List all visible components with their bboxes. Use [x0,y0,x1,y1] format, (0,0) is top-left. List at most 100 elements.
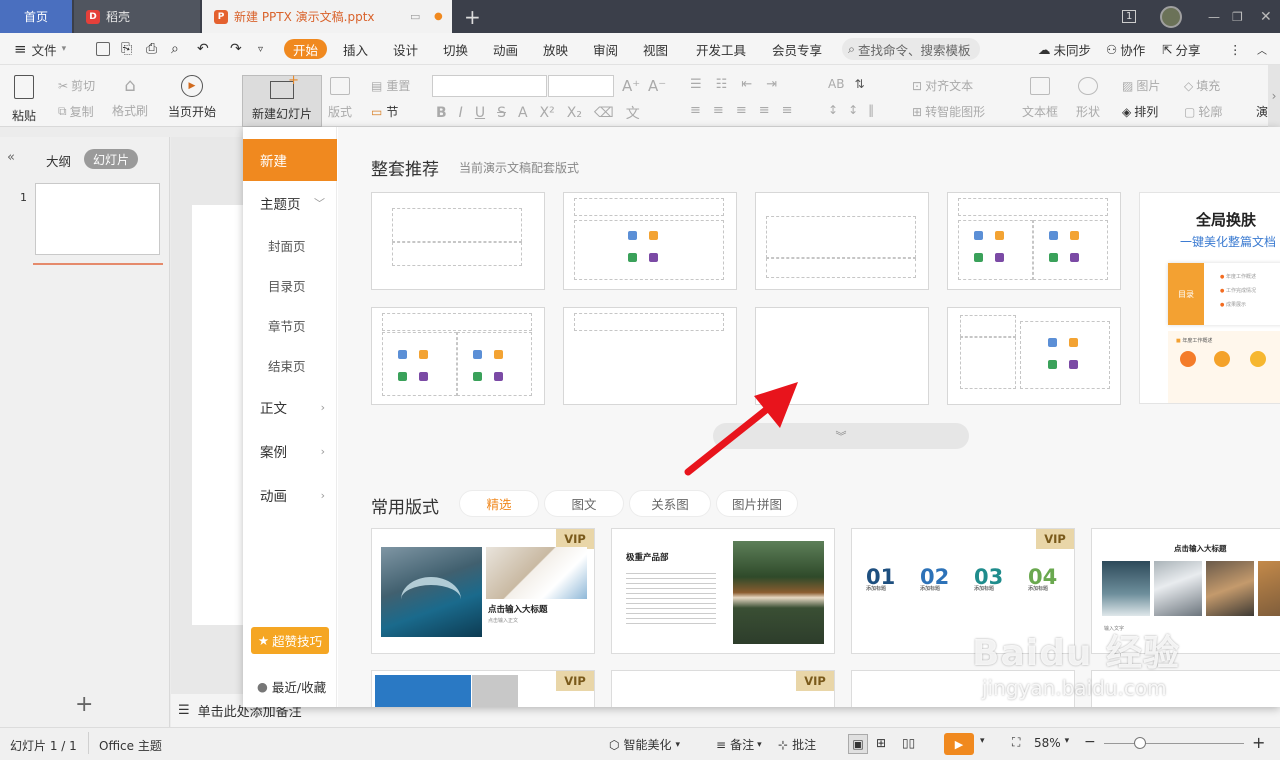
format-painter-button[interactable]: ⌂ 格式刷 [112,75,148,119]
avatar[interactable] [1160,0,1182,33]
ribbon-scroll-right-icon[interactable]: › [1268,65,1280,127]
monitor-icon[interactable]: ▭ [410,10,420,23]
increase-font-icon[interactable]: A⁺ [622,77,640,95]
subscript-icon[interactable]: X₂ [567,105,582,121]
tab-document[interactable]: P 新建 PPTX 演示文稿.pptx ▭ ● [202,0,452,33]
nav-theme[interactable]: 主题页 ﹀ [243,183,337,223]
zoom-slider[interactable] [1104,743,1244,744]
menu-tab-insert[interactable]: 插入 [343,33,368,65]
outdent-icon[interactable]: ⇤ [741,77,752,92]
italic-icon[interactable]: I [459,105,463,121]
add-slide-icon[interactable]: + [75,692,93,717]
share-button[interactable]: ⇱ 分享 [1162,33,1201,65]
layout-two-content[interactable] [947,192,1121,290]
close-icon[interactable]: ✕ [1260,0,1272,33]
slideshow-options-icon[interactable]: ▾ [980,736,985,746]
filter-relationship[interactable]: 关系图 [629,490,711,517]
paste-button[interactable]: 粘贴 [12,75,36,124]
picture-button[interactable]: ▨ 图片 [1122,77,1160,94]
file-menu[interactable]: ≡ 文件 ▾ [14,33,66,65]
nav-end[interactable]: 结束页 [243,345,337,385]
layout-section-header[interactable] [755,192,929,290]
slide-thumbnail[interactable] [35,183,160,255]
nav-animation[interactable]: 动画 › [243,475,337,515]
template-card-partial[interactable]: VIP [371,670,595,707]
normal-view-icon[interactable]: ▣ [848,734,868,754]
font-family-select[interactable] [432,75,547,97]
minimize-icon[interactable]: — [1208,0,1220,33]
notes-toggle[interactable]: ≡ 备注 ▾ [716,736,762,753]
template-card[interactable]: 极重产品部 [611,528,835,654]
bullet-list-icon[interactable]: ☰ [690,77,702,92]
menu-tab-developer[interactable]: 开发工具 [696,33,746,65]
strikethrough-icon[interactable]: S [497,105,506,121]
para-spacing-icon[interactable]: ↕ [848,103,858,117]
filter-photo-collage[interactable]: 图片拼图 [716,490,798,517]
reset-button[interactable]: ▤ 重置 [371,77,410,94]
section-button[interactable]: ▭ 节 [371,103,398,120]
command-search[interactable]: ⌕ 查找命令、搜索模板 [842,38,980,60]
menu-tab-start[interactable]: 开始 [284,39,328,59]
copy-button[interactable]: ⧉ 复制 [58,103,94,120]
menu-tab-view[interactable]: 视图 [643,33,668,65]
undo-icon[interactable]: ↶ [197,33,209,65]
zoom-in-icon[interactable]: + [1252,733,1265,752]
fill-button[interactable]: ◇ 填充 [1184,77,1220,94]
restore-icon[interactable]: ❐ [1232,0,1243,33]
arrange-button[interactable]: ◈ 排列 [1122,103,1158,120]
collapse-pane-icon[interactable]: « [7,150,15,165]
menu-tab-transition[interactable]: 切换 [443,33,468,65]
print-icon[interactable]: ⎙ [146,33,157,65]
nav-toc[interactable]: 目录页 [243,265,337,305]
columns-icon[interactable]: ‖ [868,103,874,117]
layout-button[interactable]: 版式 [328,77,352,120]
layout-comparison[interactable] [371,307,545,405]
sort-icon[interactable]: ⇅ [854,77,864,91]
filter-image-text[interactable]: 图文 [544,490,624,517]
grid-view-icon[interactable]: ⊞ [876,736,886,750]
zoom-slider-thumb[interactable] [1134,737,1146,749]
numbered-list-icon[interactable]: ☷ [716,77,728,92]
window-count-badge[interactable]: 1 [1122,0,1137,33]
customize-toolbar-icon[interactable]: ▿ [258,33,263,65]
nav-chapter[interactable]: 章节页 [243,305,337,345]
tips-button[interactable]: ★ 超赞技巧 [251,627,329,654]
redo-icon[interactable]: ↷ [230,33,242,65]
layout-title[interactable] [371,192,545,290]
template-card-partial[interactable]: VIP [611,670,835,707]
text-direction-icon[interactable]: AB [828,77,844,91]
new-tab-button[interactable]: + [464,0,481,33]
layout-title-content[interactable] [563,192,737,290]
nav-new[interactable]: 新建 [243,139,337,181]
superscript-icon[interactable]: X² [540,105,555,121]
tab-docer[interactable]: D 稻壳 [74,0,200,33]
align-center-icon[interactable]: ≡ [713,103,724,118]
pinyin-icon[interactable]: 文 [626,103,640,123]
outline-button[interactable]: ▢ 轮廓 [1184,103,1222,120]
menu-tab-slideshow[interactable]: 放映 [543,33,568,65]
play-slideshow-button[interactable]: ▶ [944,733,974,755]
menu-tab-review[interactable]: 审阅 [593,33,618,65]
slides-tab[interactable]: 幻灯片 [84,149,139,169]
align-left-icon[interactable]: ≡ [690,103,701,118]
fit-window-icon[interactable]: ⛶ [1012,735,1020,750]
textbox-button[interactable]: 文本框 [1022,77,1058,120]
sync-button[interactable]: ☁ 未同步 [1038,33,1091,65]
font-size-select[interactable] [548,75,614,97]
cut-button[interactable]: ✂ 剪切 [58,77,95,94]
line-spacing-icon[interactable]: ↕ [828,103,838,117]
menu-tab-design[interactable]: 设计 [393,33,418,65]
zoom-out-icon[interactable]: − [1084,734,1096,750]
more-options-icon[interactable]: ⋮ [1229,33,1242,65]
decrease-font-icon[interactable]: A⁻ [648,77,666,95]
save-icon[interactable] [96,33,110,65]
bold-icon[interactable]: B [436,105,447,121]
smartart-button[interactable]: ⊞ 转智能图形 [912,103,985,120]
tab-home[interactable]: 首页 [0,0,72,33]
menu-tab-member[interactable]: 会员专享 [772,33,822,65]
shape-button[interactable]: 形状 [1076,77,1100,120]
underline-icon[interactable]: U [475,105,485,121]
outline-tab[interactable]: 大纲 [46,151,71,170]
indent-icon[interactable]: ⇥ [766,77,777,92]
smart-beautify-button[interactable]: ⬡ 智能美化 ▾ [609,736,680,753]
